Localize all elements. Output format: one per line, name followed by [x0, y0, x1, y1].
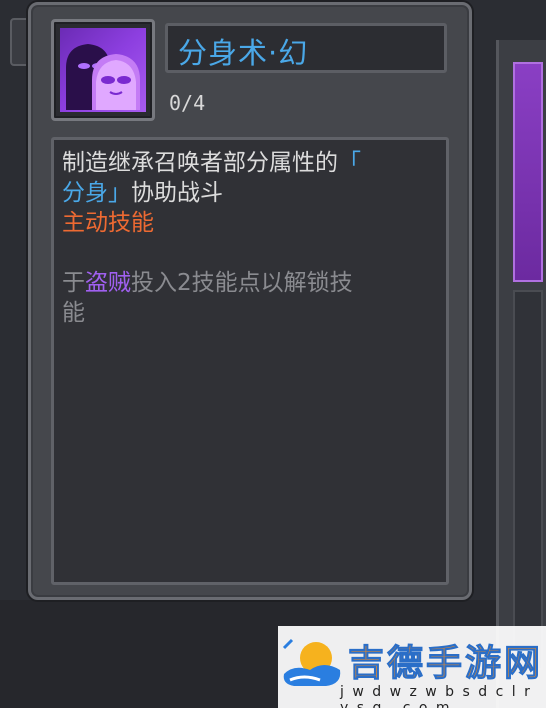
unlock-requirement-cont: 能: [62, 300, 85, 326]
clone-shadow-icon: [60, 28, 146, 112]
site-watermark: 吉德手游网 j w d w z w b s d c l r y s g . c …: [278, 626, 546, 708]
unlock-line: 能: [62, 298, 85, 328]
purple-panel-bar: [513, 62, 543, 282]
right-panel: [496, 40, 546, 708]
unlock-prefix: 于: [62, 270, 85, 296]
unlock-requirement: 投入2技能点以解锁技: [131, 270, 353, 296]
summon-bracket-open: 「: [338, 150, 361, 176]
skill-tooltip: 分身术·幻 0/4 制造继承召唤者部分属性的「 分身」协助战斗 主动技能 于盗贼…: [28, 2, 472, 600]
skill-level: 0/4: [169, 91, 206, 115]
panel-block: [513, 290, 543, 670]
class-name: 盗贼: [85, 270, 131, 296]
cloud-logo-icon: [280, 634, 346, 700]
description-text: 协助战斗: [131, 180, 223, 206]
skill-description: 制造继承召唤者部分属性的「 分身」协助战斗 主动技能 于盗贼投入2技能点以解锁技…: [51, 137, 449, 585]
skill-icon-frame[interactable]: [51, 19, 155, 121]
summon-keyword: 分身」: [62, 180, 131, 206]
watermark-url: j w d w z w b s d c l r y s g . c o m: [340, 684, 532, 708]
unlock-line: 于盗贼投入2技能点以解锁技: [62, 268, 353, 298]
skill-type-line: 主动技能: [62, 208, 154, 238]
description-line: 分身」协助战斗: [62, 178, 223, 208]
skill-type: 主动技能: [62, 210, 154, 236]
watermark-brand: 吉德手游网: [347, 643, 544, 685]
description-text: 制造继承召唤者部分属性的: [62, 150, 338, 176]
skill-title-box: 分身术·幻: [165, 23, 447, 73]
description-line: 制造继承召唤者部分属性的「: [62, 148, 361, 178]
skill-title: 分身术·幻: [178, 36, 309, 70]
